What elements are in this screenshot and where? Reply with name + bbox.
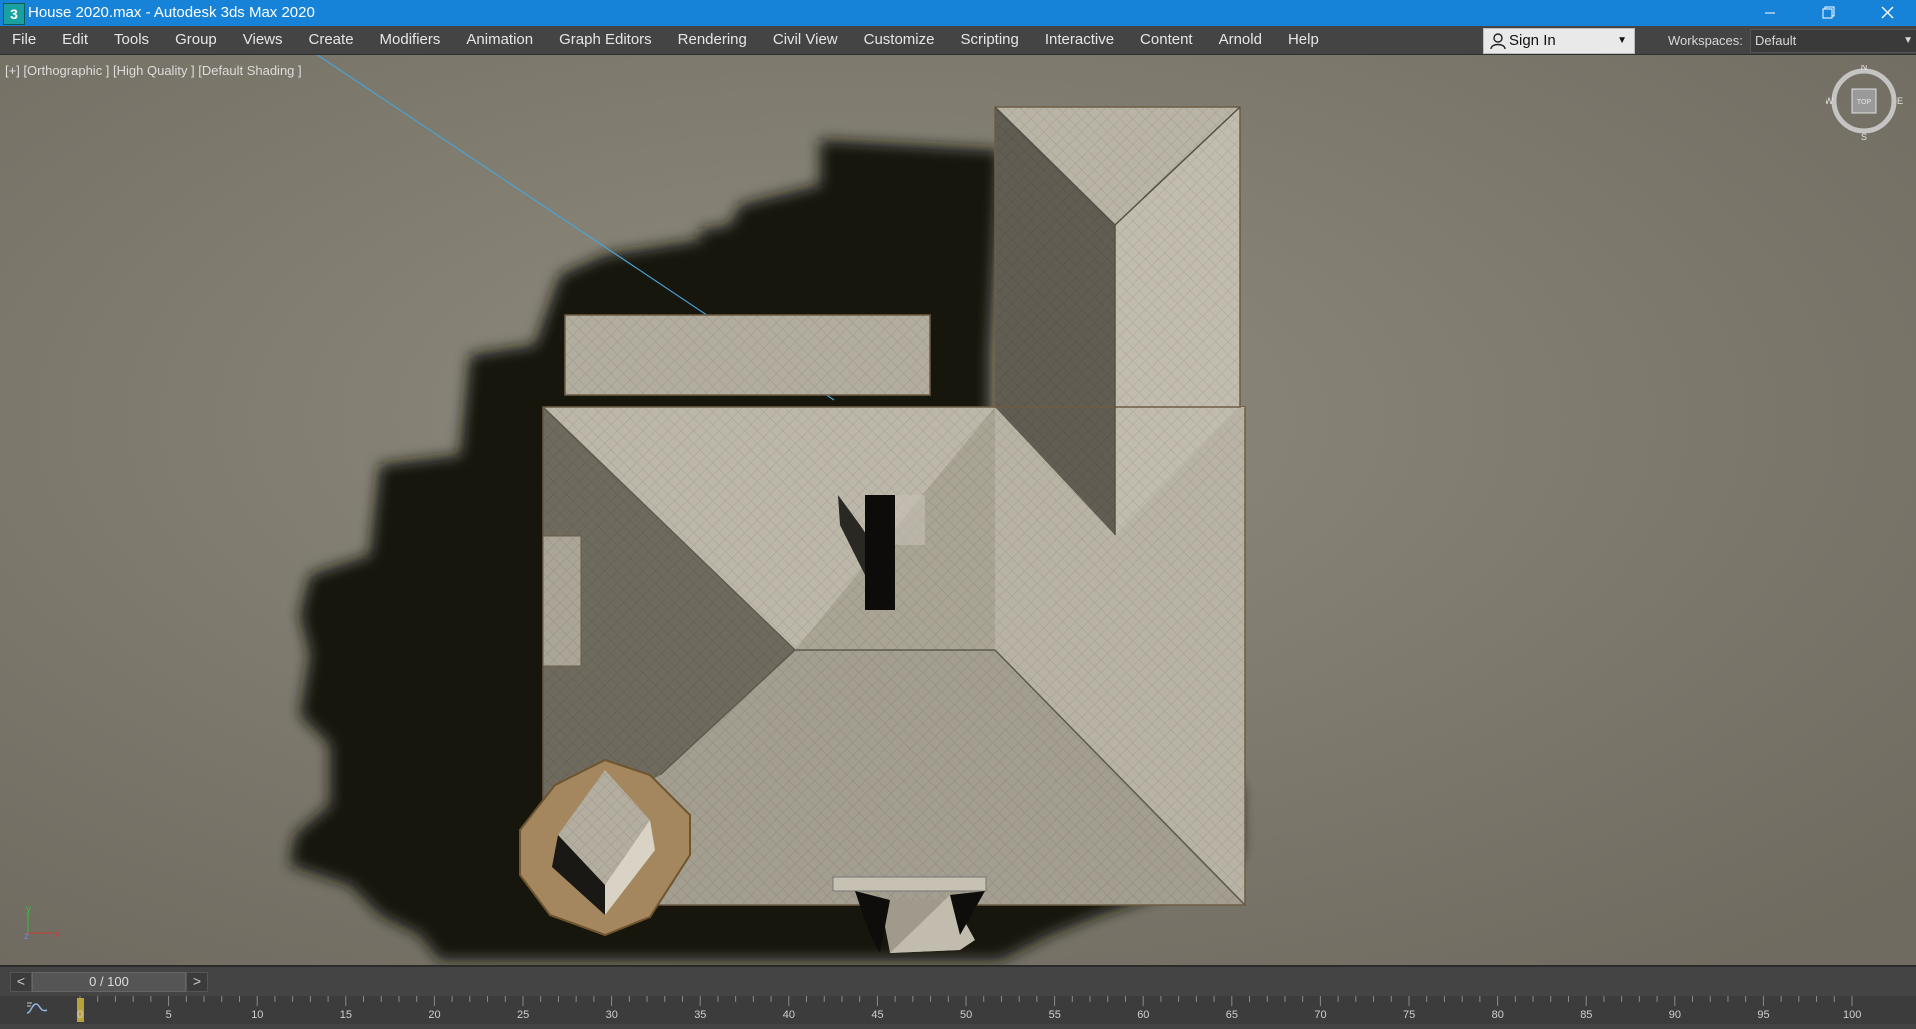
timeline-tick-label: 25 bbox=[517, 1009, 530, 1021]
axis-z-label: z bbox=[24, 931, 29, 942]
chevron-down-icon: ▼ bbox=[1617, 35, 1627, 46]
time-slider: < 0 / 100 > bbox=[0, 968, 1916, 994]
timeline-tick-label: 15 bbox=[339, 1009, 353, 1021]
menu-edit[interactable]: Edit bbox=[49, 26, 101, 54]
menu-customize[interactable]: Customize bbox=[851, 26, 948, 54]
axis-y-label: y bbox=[26, 904, 31, 915]
timeline-tick-label: 45 bbox=[871, 1009, 884, 1021]
time-slider-next-button[interactable]: > bbox=[186, 972, 208, 992]
timeline-tick-label: 85 bbox=[1580, 1009, 1593, 1021]
menu-create[interactable]: Create bbox=[296, 26, 367, 54]
rear-roof bbox=[564, 314, 931, 396]
chevron-down-icon: ▼ bbox=[1903, 35, 1913, 46]
mini-curve-editor-icon[interactable] bbox=[26, 1000, 48, 1018]
viewcube-east[interactable]: E bbox=[1897, 96, 1903, 106]
menu-modifiers[interactable]: Modifiers bbox=[367, 26, 454, 54]
timeline-tick-label: 5 bbox=[165, 1009, 172, 1021]
timeline-tick-label: 65 bbox=[1225, 1009, 1239, 1021]
time-slider-prev-button[interactable]: < bbox=[10, 972, 32, 992]
timeline-ruler[interactable]: 0 5 10 15 20 25 30 35 40 45 50 55 60 65 70 75 80 85 90 95 10… bbox=[68, 996, 1916, 1024]
menu-graph-editors[interactable]: Graph Editors bbox=[546, 26, 665, 54]
timeline-tick-label: 30 bbox=[605, 1009, 618, 1021]
menu-group[interactable]: Group bbox=[162, 26, 230, 54]
sign-in-label: Sign In bbox=[1509, 32, 1556, 49]
bay-window-roof bbox=[542, 535, 582, 667]
viewcube-west[interactable]: W bbox=[1826, 96, 1834, 106]
sign-in-dropdown[interactable]: Sign In ▼ bbox=[1483, 28, 1635, 54]
viewcube-south[interactable]: S bbox=[1861, 132, 1867, 142]
scene-render bbox=[0, 55, 1916, 965]
main-menu: File Edit Tools Group Views Create Modif… bbox=[0, 26, 1332, 54]
viewport-top[interactable]: [+] [Orthographic ] [High Quality ] [Def… bbox=[0, 55, 1916, 967]
timeline-tick-label: 100 bbox=[1843, 1009, 1862, 1021]
menu-rendering[interactable]: Rendering bbox=[665, 26, 760, 54]
timeline-tick-label: 55 bbox=[1048, 1009, 1061, 1021]
window-title: House 2020.max - Autodesk 3ds Max 2020 bbox=[28, 4, 315, 21]
timeline-tick-label: 50 bbox=[960, 1009, 973, 1021]
axis-x-label: x bbox=[55, 929, 60, 940]
user-icon bbox=[1490, 33, 1506, 50]
restore-icon[interactable] bbox=[1805, 0, 1851, 26]
timeline-tick-label: 90 bbox=[1668, 1009, 1682, 1021]
menu-arnold[interactable]: Arnold bbox=[1206, 26, 1275, 54]
title-bar: 3 House 2020.max - Autodesk 3ds Max 2020 bbox=[0, 0, 1916, 26]
menu-file[interactable]: File bbox=[0, 26, 49, 54]
timeline-tick-label: 95 bbox=[1757, 1009, 1770, 1021]
timeline-tick-label: 60 bbox=[1137, 1009, 1150, 1021]
close-icon[interactable] bbox=[1864, 0, 1910, 26]
timeline-tick-label: 0 bbox=[77, 1009, 84, 1021]
menu-views[interactable]: Views bbox=[230, 26, 296, 54]
track-bar: 0 5 10 15 20 25 30 35 40 45 50 55 60 65 70 75 80 85 90 95 10… bbox=[0, 996, 1916, 1024]
menu-animation[interactable]: Animation bbox=[453, 26, 546, 54]
menu-scripting[interactable]: Scripting bbox=[947, 26, 1031, 54]
timeline-tick-label: 40 bbox=[782, 1009, 796, 1021]
menu-help[interactable]: Help bbox=[1275, 26, 1332, 54]
viewport-label[interactable]: [+] [Orthographic ] [High Quality ] [Def… bbox=[5, 63, 302, 78]
menu-civil-view[interactable]: Civil View bbox=[760, 26, 851, 54]
viewcube-face-label[interactable]: TOP bbox=[1857, 99, 1872, 106]
time-slider-frame[interactable]: 0 / 100 bbox=[32, 972, 186, 992]
menu-content[interactable]: Content bbox=[1127, 26, 1206, 54]
workspaces-value: Default bbox=[1755, 33, 1797, 48]
viewcube-north[interactable]: N bbox=[1861, 65, 1868, 72]
axis-tripod: y x z bbox=[24, 904, 60, 942]
workspaces-select[interactable]: Default ▼ bbox=[1750, 29, 1916, 53]
timeline-tick-label: 20 bbox=[428, 1009, 441, 1021]
minimize-icon[interactable] bbox=[1747, 0, 1793, 26]
menu-interactive[interactable]: Interactive bbox=[1032, 26, 1127, 54]
timeline-tick-label: 75 bbox=[1403, 1009, 1416, 1021]
app-icon[interactable]: 3 bbox=[3, 3, 25, 25]
viewcube[interactable]: TOP N S E W bbox=[1826, 65, 1906, 145]
timeline-tick-label: 35 bbox=[694, 1009, 707, 1021]
timeline-tick-label: 70 bbox=[1314, 1009, 1327, 1021]
menu-tools[interactable]: Tools bbox=[101, 26, 162, 54]
timeline-tick-label: 10 bbox=[251, 1009, 264, 1021]
workspaces-label: Workspaces: bbox=[1668, 33, 1743, 48]
timeline-tick-label: 80 bbox=[1491, 1009, 1504, 1021]
